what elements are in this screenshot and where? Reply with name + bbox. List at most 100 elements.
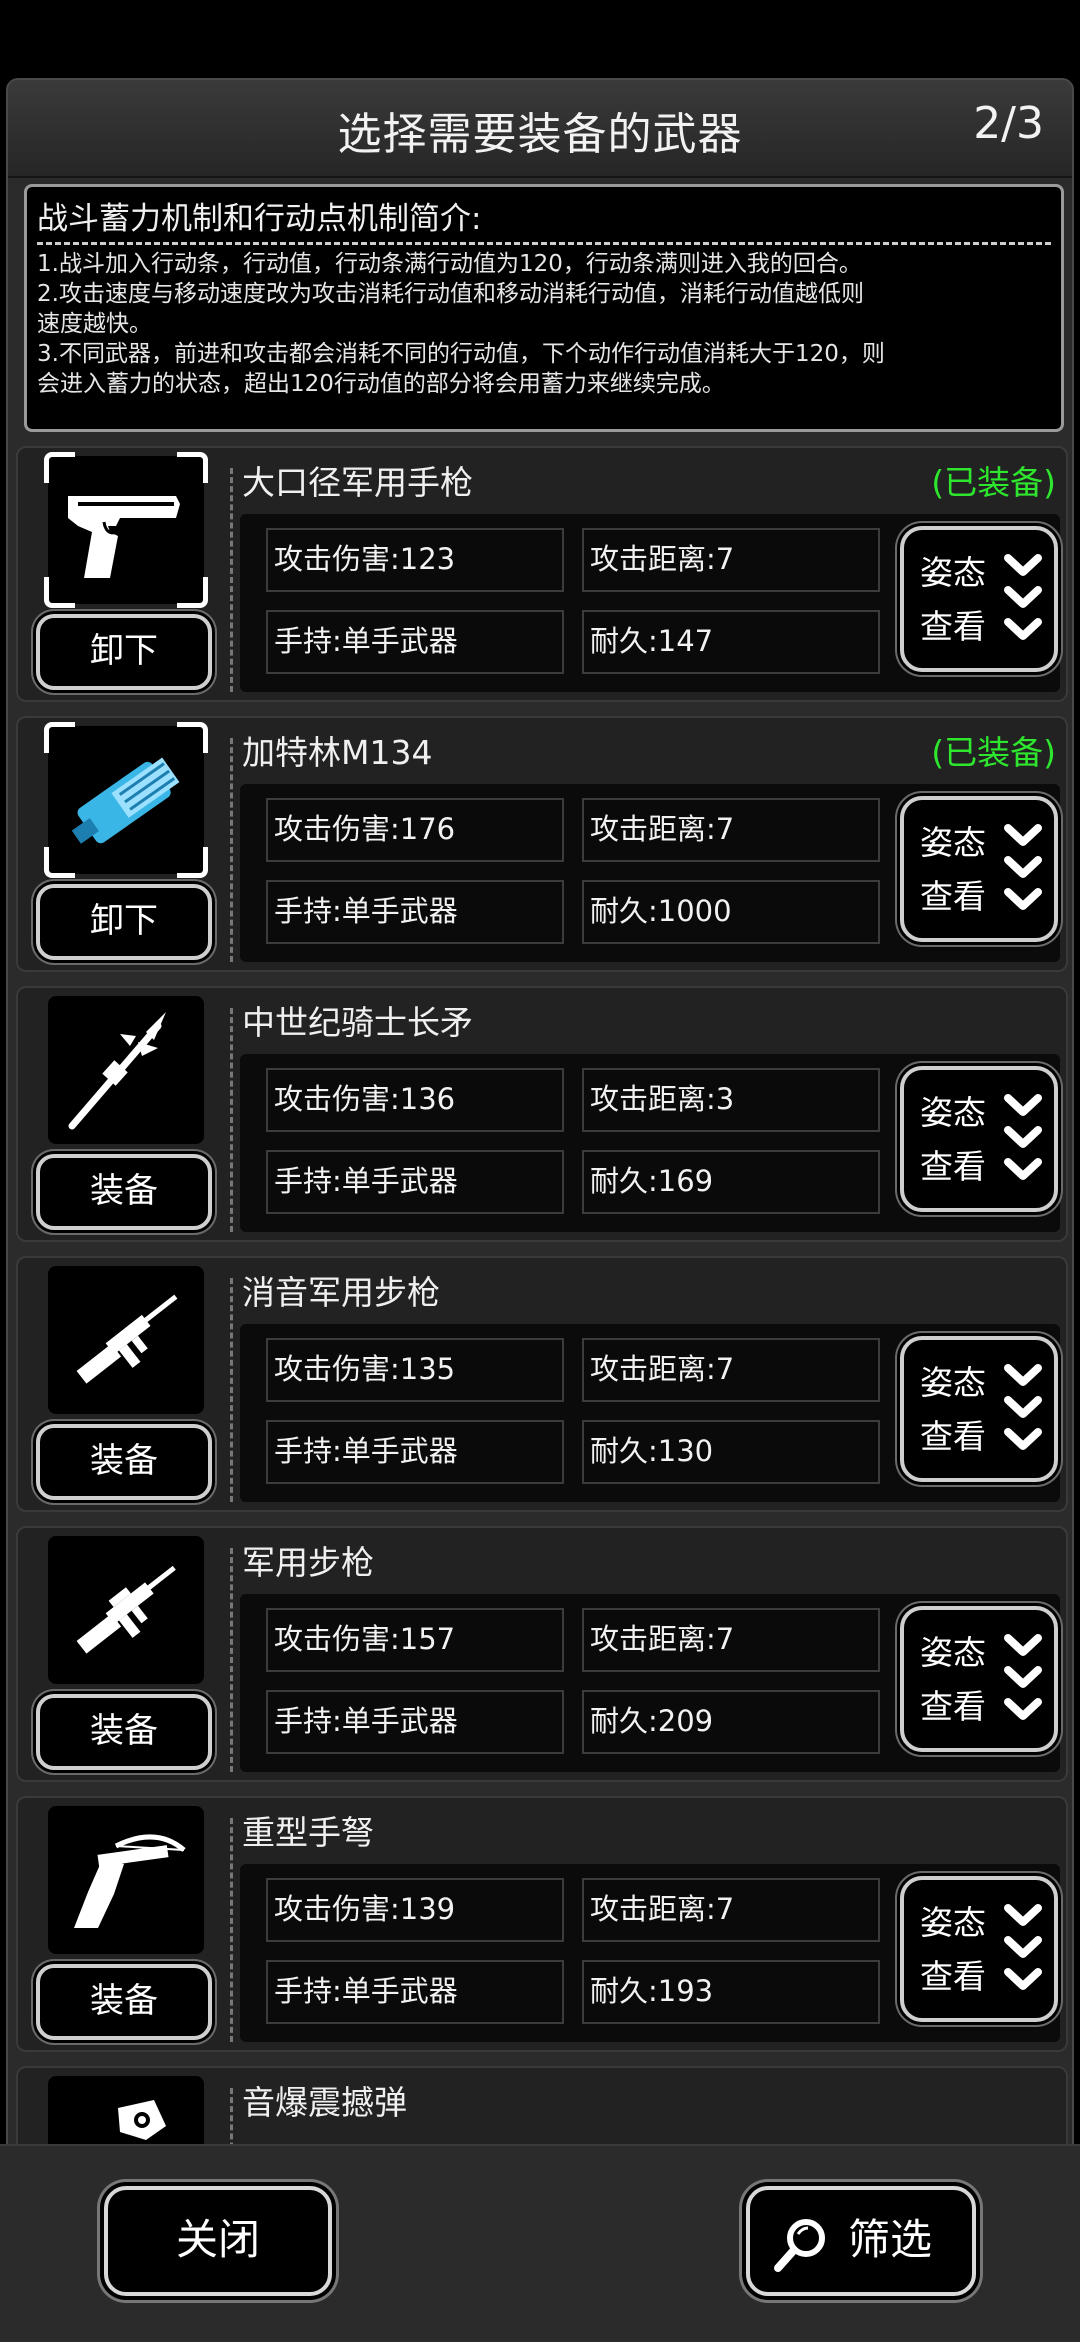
stat-damage: 攻击伤害:136 xyxy=(266,1068,564,1132)
stat-range: 攻击距离:7 xyxy=(582,798,880,862)
stat-damage: 攻击伤害:135 xyxy=(266,1338,564,1402)
stat-hand: 手持:单手武器 xyxy=(266,1150,564,1214)
weapon-name: 大口径军用手枪 xyxy=(242,463,473,502)
stat-durability: 耐久:209 xyxy=(582,1690,880,1754)
stat-durability: 耐久:193 xyxy=(582,1960,880,2024)
stance-label: 姿态 xyxy=(920,553,986,592)
weapon-stats: 攻击伤害:139 攻击距离:7 手持:单手武器 耐久:193 姿态 查看 xyxy=(240,1864,1060,2042)
weapon-name: 中世纪骑士长矛 xyxy=(242,1003,473,1042)
intro-line: 会进入蓄力的状态，超出120行动值的部分将会用蓄力来继续完成。 xyxy=(37,371,725,397)
weapon-name: 音爆震撼弹 xyxy=(242,2083,407,2122)
page-indicator: 2/3 xyxy=(973,98,1044,149)
stat-hand: 手持:单手武器 xyxy=(266,610,564,674)
stance-view-button[interactable]: 姿态 查看 xyxy=(900,796,1058,942)
weapon-stats: 攻击伤害:136 攻击距离:3 手持:单手武器 耐久:169 姿态 查看 xyxy=(240,1054,1060,1232)
close-button[interactable]: 关闭 xyxy=(104,2186,332,2296)
stat-range: 攻击距离:7 xyxy=(582,528,880,592)
intro-line: 速度越快。 xyxy=(37,311,152,337)
weapon-icon-frame xyxy=(48,1536,204,1684)
weapon-card: 装备 重型手弩 攻击伤害:139 攻击距离:7 手持:单手武器 耐久:193 姿… xyxy=(16,1796,1068,2052)
stat-damage: 攻击伤害:139 xyxy=(266,1878,564,1942)
weapon-select-panel: 选择需要装备的武器 2/3 战斗蓄力机制和行动点机制简介: 1.战斗加入行动条，… xyxy=(6,78,1074,2340)
view-label: 查看 xyxy=(920,1417,986,1456)
weapon-stats: 攻击伤害:135 攻击距离:7 手持:单手武器 耐久:130 姿态 查看 xyxy=(240,1324,1060,1502)
rifle-icon xyxy=(76,1294,178,1384)
intro-line: 1.战斗加入行动条，行动值，行动条满行动值为120，行动条满则进入我的回合。 xyxy=(37,251,862,277)
stat-hand: 手持:单手武器 xyxy=(266,880,564,944)
weapon-card: 卸下 加特林M134 (已装备) 攻击伤害:176 攻击距离:7 手持:单手武器… xyxy=(16,716,1068,972)
equipped-badge: (已装备) xyxy=(931,463,1056,502)
weapon-stats: 攻击伤害:123 攻击距离:7 手持:单手武器 耐久:147 姿态 查看 xyxy=(240,514,1060,692)
filter-label: 筛选 xyxy=(848,2215,933,2264)
weapon-icon-frame xyxy=(48,996,204,1144)
page-title: 选择需要装备的武器 xyxy=(337,109,743,160)
equip-button[interactable]: 装备 xyxy=(36,1424,212,1500)
equipped-badge: (已装备) xyxy=(931,733,1056,772)
stat-range: 攻击距离:7 xyxy=(582,1608,880,1672)
weapon-name: 加特林M134 xyxy=(242,733,433,772)
stance-label: 姿态 xyxy=(920,1633,986,1672)
stance-view-button[interactable]: 姿态 查看 xyxy=(900,1876,1058,2022)
divider xyxy=(230,1008,233,1232)
weapon-stats: 攻击伤害:176 攻击距离:7 手持:单手武器 耐久:1000 姿态 查看 xyxy=(240,784,1060,962)
stance-label: 姿态 xyxy=(920,1903,986,1942)
unequip-button[interactable]: 卸下 xyxy=(36,884,212,960)
stat-range: 攻击距离:7 xyxy=(582,1878,880,1942)
weapon-stats: 攻击伤害:157 攻击距离:7 手持:单手武器 耐久:209 姿态 查看 xyxy=(240,1594,1060,1772)
stance-view-button[interactable]: 姿态 查看 xyxy=(900,526,1058,672)
intro-line: 3.不同武器，前进和攻击都会消耗不同的行动值，下个动作行动值消耗大于120，则 xyxy=(37,341,885,367)
stance-label: 姿态 xyxy=(920,1363,986,1402)
chevron-down-icon xyxy=(1004,1904,1042,1990)
weapon-card: 装备 中世纪骑士长矛 攻击伤害:136 攻击距离:3 手持:单手武器 耐久:16… xyxy=(16,986,1068,1242)
stat-range: 攻击距离:3 xyxy=(582,1068,880,1132)
divider xyxy=(230,1548,233,1772)
equip-button[interactable]: 装备 xyxy=(36,1964,212,2040)
gatling-icon xyxy=(71,757,180,844)
mechanics-intro-box: 战斗蓄力机制和行动点机制简介: 1.战斗加入行动条，行动值，行动条满行动值为12… xyxy=(24,184,1064,432)
chevron-down-icon xyxy=(1004,554,1042,640)
view-label: 查看 xyxy=(920,1147,986,1186)
stat-damage: 攻击伤害:176 xyxy=(266,798,564,862)
bottom-bar: 关闭 筛选 xyxy=(0,2144,1080,2342)
weapon-card: 装备 军用步枪 攻击伤害:157 攻击距离:7 手持:单手武器 耐久:209 姿… xyxy=(16,1526,1068,1782)
view-label: 查看 xyxy=(920,877,986,916)
intro-title: 战斗蓄力机制和行动点机制简介: xyxy=(37,193,1051,245)
pistol-icon xyxy=(68,496,180,578)
equip-button[interactable]: 装备 xyxy=(36,1154,212,1230)
intro-line: 2.攻击速度与移动速度改为攻击消耗行动值和移动消耗行动值，消耗行动值越低则 xyxy=(37,281,864,307)
filter-button[interactable]: 筛选 xyxy=(746,2186,976,2296)
stat-damage: 攻击伤害:157 xyxy=(266,1608,564,1672)
panel-header: 选择需要装备的武器 2/3 xyxy=(8,80,1072,178)
stat-durability: 耐久:1000 xyxy=(582,880,880,944)
stance-label: 姿态 xyxy=(920,823,986,862)
weapon-icon-frame xyxy=(48,1806,204,1954)
weapon-card: 装备 消音军用步枪 攻击伤害:135 攻击距离:7 手持:单手武器 耐久:130… xyxy=(16,1256,1068,1512)
divider xyxy=(230,1818,233,2042)
weapon-card: 卸下 大口径军用手枪 (已装备) 攻击伤害:123 攻击距离:7 手持:单手武器… xyxy=(16,446,1068,702)
stance-label: 姿态 xyxy=(920,1093,986,1132)
view-label: 查看 xyxy=(920,1957,986,1996)
stat-durability: 耐久:147 xyxy=(582,610,880,674)
chevron-down-icon xyxy=(1004,824,1042,910)
stance-view-button[interactable]: 姿态 查看 xyxy=(900,1336,1058,1482)
divider xyxy=(230,468,233,692)
stance-view-button[interactable]: 姿态 查看 xyxy=(900,1066,1058,1212)
view-label: 查看 xyxy=(920,1687,986,1726)
stat-durability: 耐久:169 xyxy=(582,1150,880,1214)
unequip-button[interactable]: 卸下 xyxy=(36,614,212,690)
stat-durability: 耐久:130 xyxy=(582,1420,880,1484)
rifle-icon xyxy=(76,1565,176,1654)
divider xyxy=(230,738,233,962)
weapon-icon-frame xyxy=(44,452,208,608)
weapon-icon-frame xyxy=(44,722,208,878)
search-icon xyxy=(774,2219,825,2272)
equip-button[interactable]: 装备 xyxy=(36,1694,212,1770)
view-label: 查看 xyxy=(920,607,986,646)
weapon-name: 军用步枪 xyxy=(242,1543,374,1582)
chevron-down-icon xyxy=(1004,1634,1042,1720)
stance-view-button[interactable]: 姿态 查看 xyxy=(900,1606,1058,1752)
stat-range: 攻击距离:7 xyxy=(582,1338,880,1402)
stat-damage: 攻击伤害:123 xyxy=(266,528,564,592)
weapon-name: 重型手弩 xyxy=(242,1813,374,1852)
stat-hand: 手持:单手武器 xyxy=(266,1690,564,1754)
